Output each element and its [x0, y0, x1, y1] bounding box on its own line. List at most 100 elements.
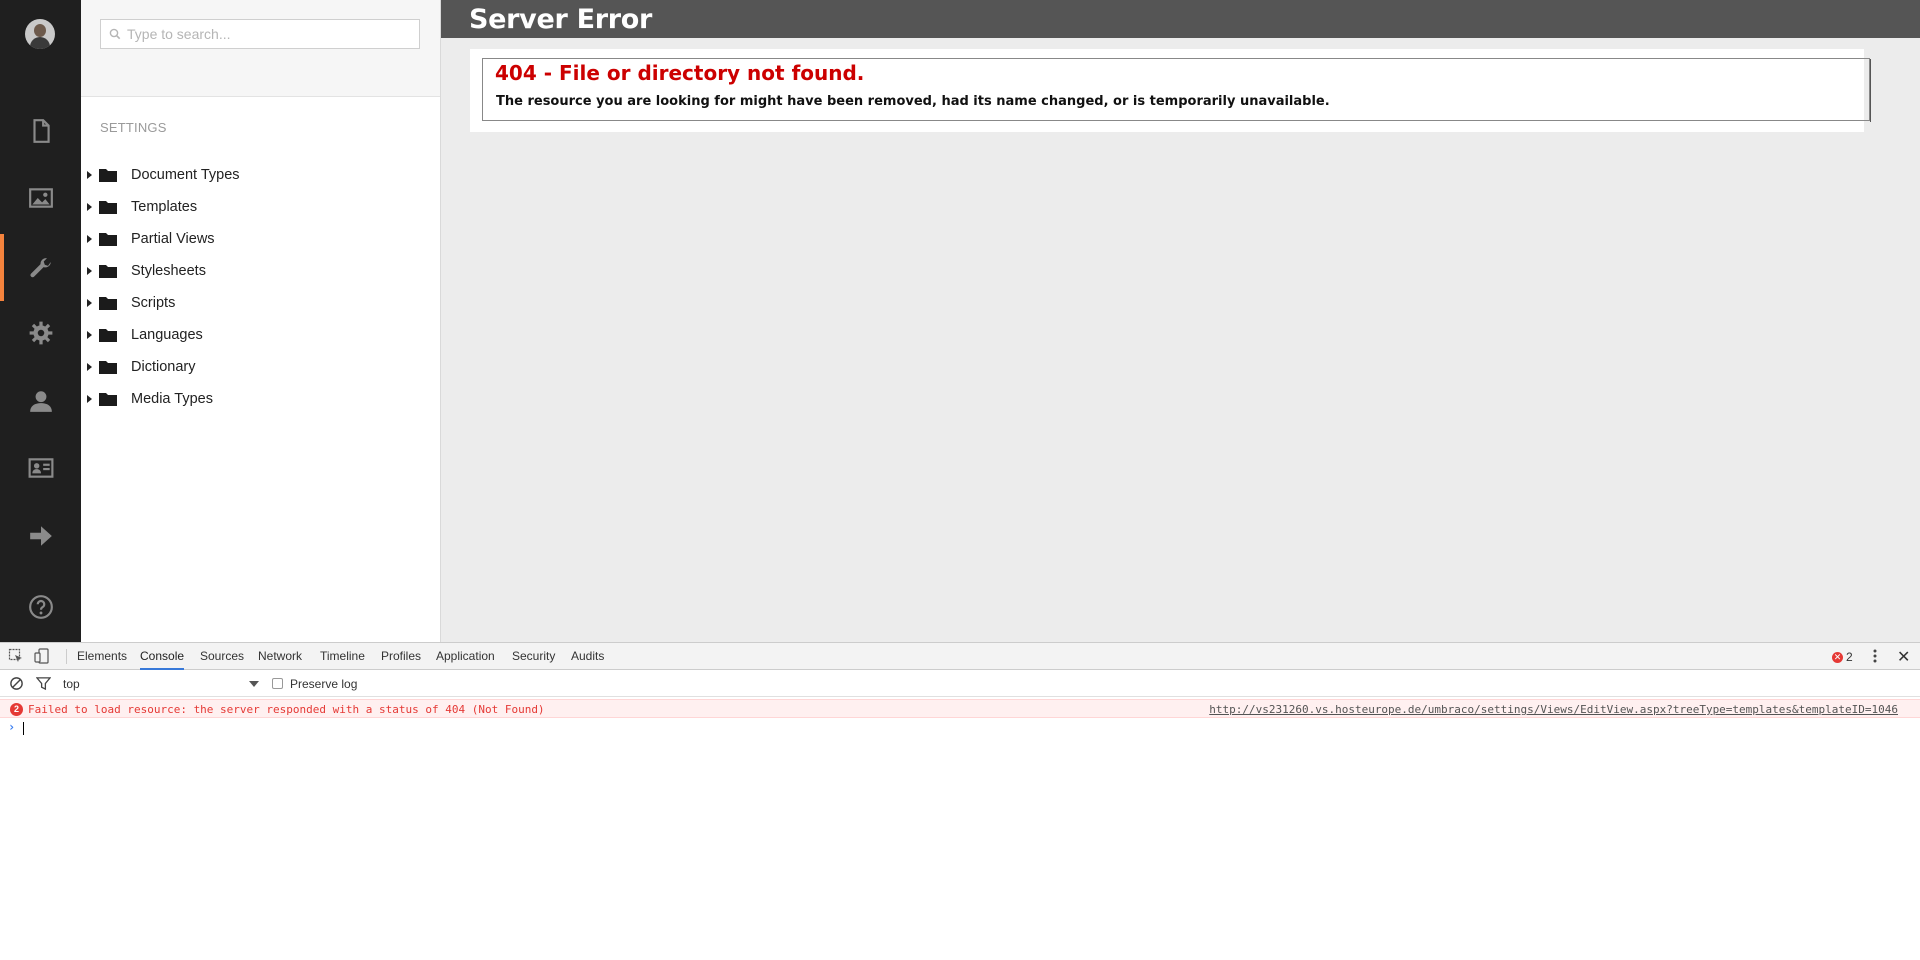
expand-caret-icon[interactable]: [87, 267, 92, 275]
help-icon: [28, 594, 53, 619]
tree-header: [81, 0, 440, 97]
context-dropdown-icon[interactable]: [249, 681, 259, 687]
nav-help[interactable]: [0, 573, 81, 640]
tree-item-partial-views[interactable]: Partial Views: [81, 223, 440, 255]
tree-item-media-types[interactable]: Media Types: [81, 383, 440, 415]
tree-item-languages[interactable]: Languages: [81, 319, 440, 351]
folder-icon: [99, 265, 117, 278]
tree-item-label: Stylesheets: [131, 263, 206, 279]
tab-profiles[interactable]: Profiles: [381, 643, 421, 670]
tab-security[interactable]: Security: [512, 643, 555, 670]
search-box[interactable]: [100, 19, 420, 49]
nav-settings[interactable]: [0, 234, 81, 301]
tree-item-stylesheets[interactable]: Stylesheets: [81, 255, 440, 287]
context-selector[interactable]: top: [63, 677, 80, 691]
folder-icon: [99, 169, 117, 182]
inspect-element-icon[interactable]: [8, 648, 24, 664]
expand-caret-icon[interactable]: [87, 299, 92, 307]
console-error-source-link[interactable]: http://vs231260.vs.hosteurope.de/umbraco…: [1209, 703, 1898, 716]
contact-card-icon: [28, 457, 53, 478]
tab-console[interactable]: Console: [140, 643, 185, 670]
console-error-text: Failed to load resource: the server resp…: [28, 703, 545, 716]
folder-icon: [99, 201, 117, 214]
tab-sources[interactable]: Sources: [200, 643, 244, 670]
error-badge-icon: 2: [10, 703, 23, 716]
console-error-message: 2 Failed to load resource: the server re…: [0, 699, 1920, 718]
tree-item-label: Templates: [131, 199, 198, 215]
tree-item-dictionary[interactable]: Dictionary: [81, 351, 440, 383]
tab-timeline[interactable]: Timeline: [320, 643, 365, 670]
tree-item-label: Dictionary: [131, 359, 196, 375]
gear-icon: [29, 321, 52, 344]
expand-caret-icon[interactable]: [87, 395, 92, 403]
more-options-icon[interactable]: [1873, 648, 1877, 664]
settings-tree-panel: SETTINGS Document Types Templates Partia…: [81, 0, 441, 642]
error-counter[interactable]: ✕ 2: [1832, 650, 1853, 664]
nav-media[interactable]: [0, 164, 81, 231]
wrench-icon: [29, 257, 51, 277]
user-icon: [29, 390, 52, 412]
section-nav: [0, 0, 81, 642]
text-cursor: [23, 722, 24, 735]
avatar-body: [30, 37, 50, 49]
document-icon: [32, 118, 50, 143]
expand-caret-icon[interactable]: [87, 331, 92, 339]
user-avatar[interactable]: [25, 19, 55, 49]
expand-caret-icon[interactable]: [87, 363, 92, 371]
error-icon: ✕: [1832, 651, 1843, 663]
preserve-log-label: Preserve log: [290, 677, 358, 691]
devtools-tabbar: Elements Console Sources Network Timelin…: [0, 643, 1920, 670]
devtools-panel: Elements Console Sources Network Timelin…: [0, 642, 1920, 960]
search-input[interactable]: [127, 26, 407, 42]
toolbar-divider: [66, 649, 67, 664]
error-description: The resource you are looking for might h…: [496, 94, 1330, 109]
main-content: Server Error 404 - File or directory not…: [441, 0, 1920, 642]
nav-developer[interactable]: [0, 299, 81, 366]
nav-members[interactable]: [0, 434, 81, 501]
tree-list: Document Types Templates Partial Views S…: [81, 159, 440, 415]
folder-icon: [99, 329, 117, 342]
page-title: Server Error: [469, 4, 653, 35]
tree-item-label: Languages: [131, 327, 203, 343]
prompt-chevron-icon: ›: [8, 720, 16, 734]
close-devtools-icon[interactable]: ✕: [1897, 647, 1910, 667]
device-toolbar-icon[interactable]: [34, 648, 50, 664]
expand-caret-icon[interactable]: [87, 203, 92, 211]
tree-item-label: Document Types: [131, 167, 240, 183]
nav-content[interactable]: [0, 97, 81, 164]
image-icon: [28, 187, 53, 208]
expand-caret-icon[interactable]: [87, 171, 92, 179]
tree-item-scripts[interactable]: Scripts: [81, 287, 440, 319]
folder-icon: [99, 297, 117, 310]
expand-caret-icon[interactable]: [87, 235, 92, 243]
nav-forms[interactable]: [0, 502, 81, 569]
folder-icon: [99, 361, 117, 374]
tree-item-label: Media Types: [131, 391, 213, 407]
filter-icon[interactable]: [36, 676, 51, 691]
tab-application[interactable]: Application: [436, 643, 495, 670]
arrow-right-icon: [29, 525, 52, 546]
error-panel: 404 - File or directory not found. The r…: [470, 49, 1871, 132]
tree-item-templates[interactable]: Templates: [81, 191, 440, 223]
section-title: SETTINGS: [100, 120, 167, 135]
umbraco-backoffice: SETTINGS Document Types Templates Partia…: [0, 0, 1920, 642]
main-header: Server Error: [441, 0, 1920, 38]
tab-elements[interactable]: Elements: [77, 643, 127, 670]
folder-icon: [99, 393, 117, 406]
avatar-head: [34, 24, 46, 37]
tab-network[interactable]: Network: [258, 643, 302, 670]
console-toolbar: top Preserve log: [0, 671, 1920, 697]
preserve-log-checkbox[interactable]: [272, 678, 283, 689]
error-count: 2: [1846, 650, 1853, 664]
error-title: 404 - File or directory not found.: [495, 61, 865, 85]
nav-users[interactable]: [0, 367, 81, 434]
tab-audits[interactable]: Audits: [571, 643, 604, 670]
search-icon: [109, 28, 121, 40]
folder-icon: [99, 233, 117, 246]
error-box: 404 - File or directory not found. The r…: [482, 58, 1871, 122]
tree-item-label: Partial Views: [131, 231, 215, 247]
console-prompt[interactable]: ›: [0, 719, 1920, 737]
tree-item-label: Scripts: [131, 295, 176, 311]
clear-console-icon[interactable]: [9, 676, 24, 691]
tree-item-document-types[interactable]: Document Types: [81, 159, 440, 191]
